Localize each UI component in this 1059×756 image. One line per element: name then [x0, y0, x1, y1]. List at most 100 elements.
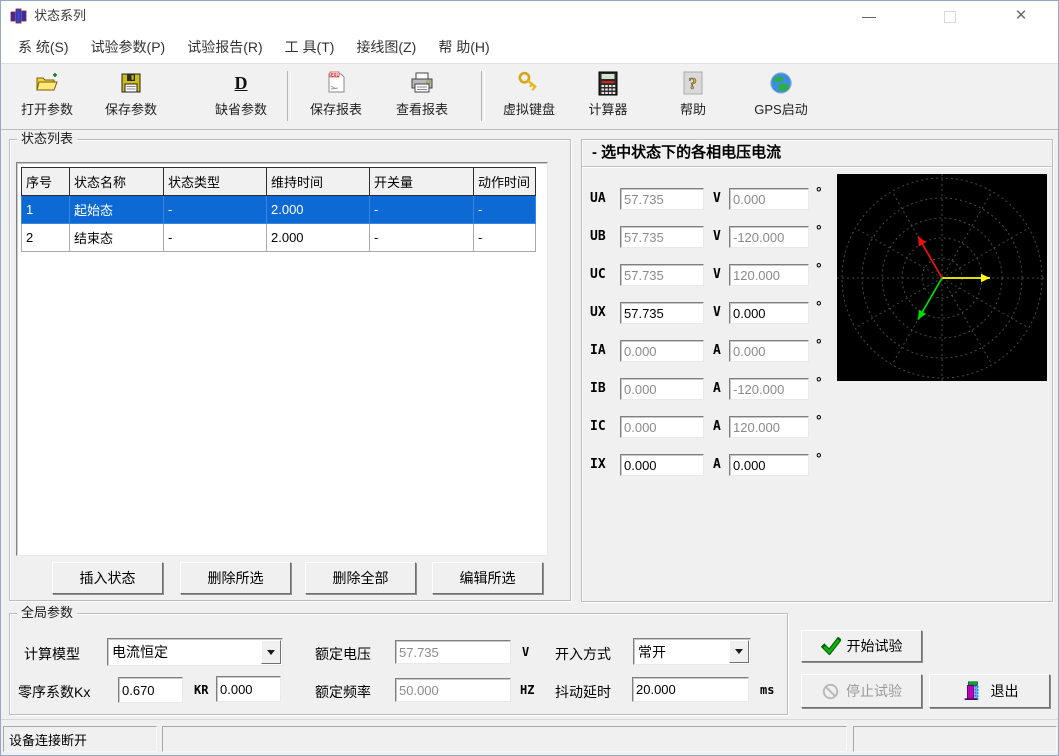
zero-seq-kx-label: 零序系数Kx — [18, 682, 90, 702]
state-table: 序号 状态名称 状态类型 维持时间 开关量 动作时间 1 起始态 - 2.000… — [21, 167, 536, 252]
chevron-down-icon[interactable] — [729, 640, 749, 663]
ux-angle-input[interactable] — [729, 302, 809, 324]
menu-tools[interactable]: 工 具(T) — [274, 31, 346, 63]
ux-value-input[interactable] — [620, 302, 704, 324]
menu-test-params[interactable]: 试验参数(P) — [80, 31, 177, 63]
unit-label: A — [713, 457, 721, 472]
phase-panel-title: - 选中状态下的各相电压电流 — [592, 140, 781, 166]
calculator-icon — [598, 69, 618, 97]
unit-label: V — [713, 267, 721, 282]
phase-row-ux: UX V ° — [582, 302, 837, 324]
state-list-groupbox: 状态列表 序号 状态名称 状态类型 维持时间 开关量 动作时间 1 起始态 - — [9, 139, 571, 601]
phase-panel: - 选中状态下的各相电压电流 UA V ° UB V ° UC V ° UX — [581, 139, 1053, 602]
calc-model-combobox[interactable]: 电流恒定 — [107, 638, 283, 666]
exit-button[interactable]: 退出 — [929, 674, 1050, 708]
state-listbox[interactable]: 序号 状态名称 状态类型 维持时间 开关量 动作时间 1 起始态 - 2.000… — [16, 162, 548, 556]
ua-value-input — [620, 188, 704, 210]
toolbar: 打开参数 保存参数 D 缺省参数 — [1, 63, 1058, 130]
zero-seq-kx-input[interactable] — [118, 677, 183, 703]
calculator-button[interactable]: 计算器 — [576, 69, 640, 125]
ic-angle-input — [729, 416, 809, 438]
degree-symbol: ° — [816, 412, 822, 428]
delete-selected-button[interactable]: 删除所选 — [180, 562, 291, 594]
debounce-unit: ms — [760, 683, 774, 697]
rated-voltage-input — [395, 640, 511, 664]
toolbar-separator — [287, 71, 291, 121]
kr-label: KR — [194, 683, 208, 697]
status-pane-right — [853, 726, 1057, 752]
status-bar: 设备连接断开 — [1, 719, 1058, 756]
degree-symbol: ° — [816, 450, 822, 466]
global-params-groupbox: 全局参数 计算模型 电流恒定 额定电压 V 开入方式 常开 零序系数Kx KR … — [9, 613, 788, 715]
svg-text:?: ? — [689, 74, 698, 93]
help-button[interactable]: ? 帮助 — [665, 69, 721, 125]
check-icon — [821, 637, 841, 655]
ib-angle-input — [729, 378, 809, 400]
save-report-icon: EXL — [324, 69, 348, 97]
input-mode-combobox[interactable]: 常开 — [633, 638, 751, 665]
degree-symbol: ° — [816, 184, 822, 200]
start-test-button[interactable]: 开始试验 — [801, 630, 922, 662]
delete-all-button[interactable]: 删除全部 — [305, 562, 416, 594]
edit-selected-button[interactable]: 编辑所选 — [432, 562, 543, 594]
phase-row-ia: IA A ° — [582, 340, 837, 362]
open-params-button[interactable]: 打开参数 — [9, 69, 85, 125]
gps-start-button[interactable]: GPS启动 — [741, 69, 821, 125]
phase-label: UB — [590, 229, 606, 244]
insert-state-button[interactable]: 插入状态 — [52, 562, 163, 594]
menu-wiring-diagram[interactable]: 接线图(Z) — [345, 31, 427, 63]
table-row[interactable]: 2 结束态 - 2.000 - - — [22, 224, 536, 252]
phase-label: IA — [590, 343, 606, 358]
phase-label: UA — [590, 191, 606, 206]
uc-angle-input — [729, 264, 809, 286]
kr-input[interactable] — [216, 676, 281, 702]
minimize-button[interactable]: — — [846, 1, 892, 31]
maximize-icon — [944, 11, 956, 23]
debounce-input[interactable] — [632, 677, 749, 702]
view-report-button[interactable]: 查看报表 — [383, 69, 461, 125]
table-row[interactable]: 1 起始态 - 2.000 - - — [22, 196, 536, 224]
close-button[interactable]: ✕ — [998, 1, 1044, 31]
phase-row-ib: IB A ° — [582, 378, 837, 400]
degree-symbol: ° — [816, 260, 822, 276]
maximize-button[interactable] — [927, 1, 973, 31]
menu-system[interactable]: 系 统(S) — [7, 31, 80, 63]
input-mode-value: 常开 — [638, 639, 666, 664]
save-params-button[interactable]: 保存参数 — [93, 69, 169, 125]
rated-freq-label: 额定频率 — [315, 682, 371, 702]
phase-row-ix: IX A ° — [582, 454, 837, 476]
app-window: 状态系列 — ✕ 系 统(S) 试验参数(P) 试验报告(R) 工 具(T) 接… — [0, 0, 1059, 756]
save-report-button[interactable]: EXL 保存报表 — [297, 69, 375, 125]
state-list-caption: 状态列表 — [17, 131, 77, 147]
ub-angle-input — [729, 226, 809, 248]
virtual-keyboard-key-icon — [516, 69, 542, 97]
phase-row-ub: UB V ° — [582, 226, 837, 248]
phase-label: IB — [590, 381, 606, 396]
debounce-label: 抖动延时 — [555, 682, 611, 702]
chevron-down-icon[interactable] — [261, 640, 281, 664]
phase-label: IX — [590, 457, 606, 472]
phasor-diagram — [837, 174, 1047, 381]
phase-label: IC — [590, 419, 606, 434]
degree-symbol: ° — [816, 222, 822, 238]
degree-symbol: ° — [816, 336, 822, 352]
default-params-button[interactable]: D 缺省参数 — [203, 69, 279, 125]
ix-value-input[interactable] — [620, 454, 704, 476]
default-params-d-icon: D — [235, 69, 248, 97]
menu-bar: 系 统(S) 试验参数(P) 试验报告(R) 工 具(T) 接线图(Z) 帮 助… — [1, 31, 1058, 63]
save-floppy-icon — [119, 69, 143, 97]
virtual-keyboard-button[interactable]: 虚拟键盘 — [490, 69, 568, 125]
rated-freq-input — [395, 678, 511, 702]
phase-row-uc: UC V ° — [582, 264, 837, 286]
exit-door-icon — [961, 680, 983, 702]
menu-help[interactable]: 帮 助(H) — [427, 31, 500, 63]
unit-label: A — [713, 381, 721, 396]
window-title: 状态系列 — [34, 1, 86, 31]
ix-angle-input[interactable] — [729, 454, 809, 476]
view-report-printer-icon — [409, 69, 435, 97]
status-pane-middle — [162, 726, 847, 752]
unit-label: V — [713, 191, 721, 206]
stop-test-button[interactable]: 停止试验 — [801, 674, 922, 708]
menu-test-report[interactable]: 试验报告(R) — [176, 31, 273, 63]
help-question-icon: ? — [682, 69, 704, 97]
